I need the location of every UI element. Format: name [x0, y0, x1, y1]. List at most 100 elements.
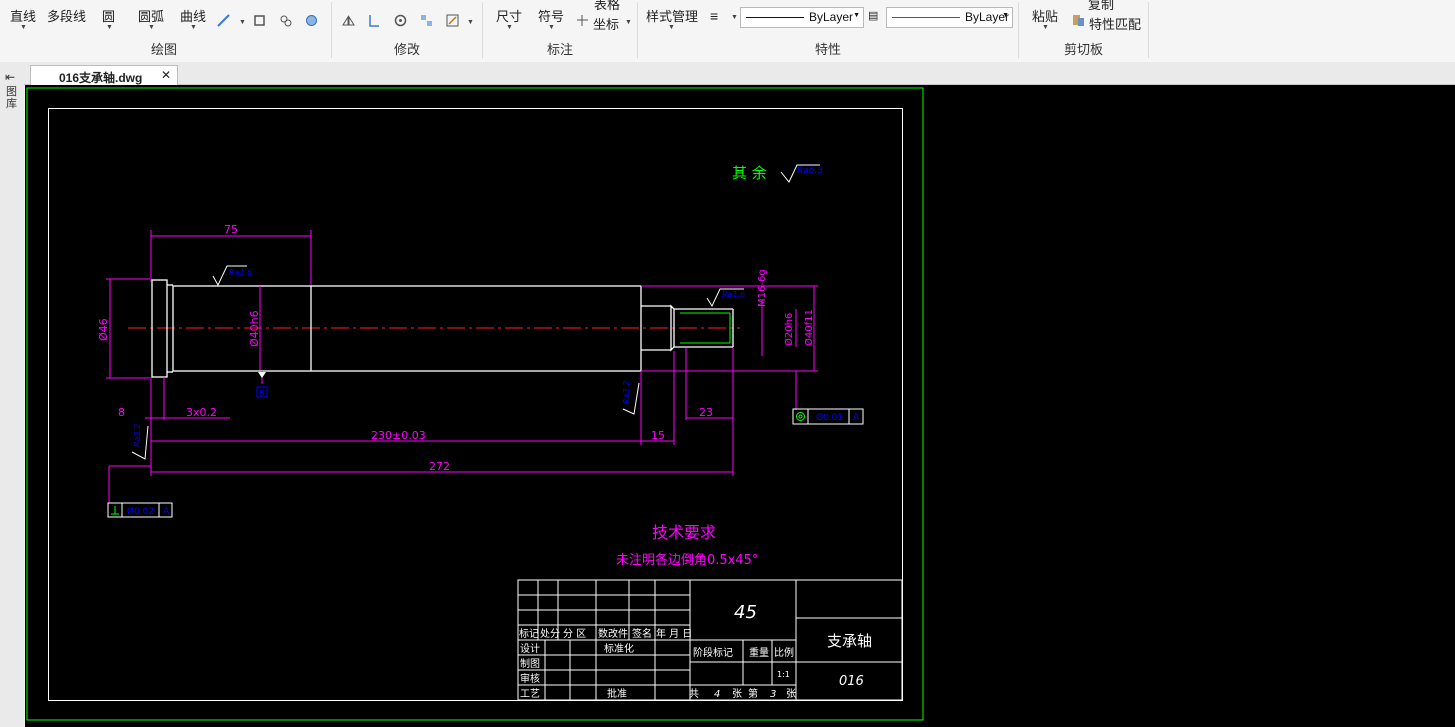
- paper-frame: [26, 87, 924, 721]
- roughness-main-value: Ra6.3: [797, 166, 823, 176]
- stretch-tool-icon[interactable]: [368, 14, 381, 27]
- modify-group-label: 修改: [394, 42, 421, 57]
- coaxiality-icon-inner: [798, 414, 803, 419]
- side-panel-toggle-icon[interactable]: ⇤: [5, 70, 15, 84]
- document-tab-bar: [0, 62, 1455, 85]
- datum-triangle: [258, 372, 266, 378]
- datum-label: B: [259, 389, 265, 398]
- properties-group-label: 特性: [815, 42, 842, 57]
- line-tool-icon[interactable]: [217, 14, 230, 27]
- tb-sheets-total-n: 4: [714, 689, 720, 700]
- curve-dropdown-icon[interactable]: ▼: [190, 24, 197, 31]
- arc-button[interactable]: 圆弧: [138, 6, 164, 25]
- title-block-text: 标记 处分 分 区 数改件 签名 年 月 日 设计 标准化 制图 审核 工艺 批…: [519, 627, 796, 700]
- dimension-button[interactable]: 尺寸: [496, 6, 522, 25]
- line-dropdown-icon[interactable]: ▼: [20, 24, 27, 31]
- dim-thread-m16: M16-6g: [757, 269, 768, 307]
- dim-diameter-40h6: Ø40h6: [248, 310, 261, 347]
- dim-diameter-46: Ø46: [97, 318, 110, 341]
- coordinate-icon[interactable]: [576, 14, 589, 27]
- symbol-button[interactable]: 符号: [538, 6, 564, 25]
- array-tool-icon[interactable]: [420, 14, 433, 27]
- tb-sheet-word-2: 张: [786, 688, 796, 700]
- mirror-tool-icon[interactable]: [342, 14, 355, 27]
- dim-23: 23: [699, 406, 713, 419]
- line-tool-dropdown-icon[interactable]: ▼: [239, 19, 246, 26]
- paste-button[interactable]: 粘贴: [1032, 6, 1058, 25]
- coaxiality-datum: A: [853, 413, 860, 423]
- linetype-select[interactable]: ByLayer ▼: [740, 7, 864, 28]
- roughness-value-a: Ra1.6: [229, 268, 252, 277]
- document-tab[interactable]: 016支承轴.dwg ✕: [30, 65, 178, 85]
- color-select[interactable]: ByLayer ▼: [886, 7, 1013, 28]
- tb-col-section: 处分: [540, 628, 560, 640]
- lineweight-pattern-icon[interactable]: ▤: [868, 9, 878, 22]
- linetype-value: ByLayer: [809, 10, 854, 24]
- lineweight-icon[interactable]: ≡: [710, 8, 718, 24]
- tb-col-date: 年 月 日: [656, 627, 692, 640]
- polyline-button[interactable]: 多段线: [47, 6, 86, 25]
- tb-col-sign: 签名: [632, 627, 652, 640]
- tb-draft: 制图: [520, 657, 540, 670]
- group-divider: [331, 2, 332, 58]
- style-manager-button[interactable]: 样式管理: [646, 6, 698, 25]
- region-tool-icon[interactable]: [305, 14, 318, 27]
- match-properties-button[interactable]: 特性匹配: [1089, 14, 1141, 33]
- tb-scale: 比例: [774, 646, 794, 659]
- rotate-tool-icon[interactable]: [394, 14, 407, 27]
- hatch-tool-icon[interactable]: [279, 14, 292, 27]
- coaxiality-icon: [796, 412, 805, 421]
- tb-col-zone: 分 区: [563, 628, 586, 640]
- dim-8: 8: [118, 406, 125, 419]
- properties-tool-icon[interactable]: [446, 14, 459, 27]
- style-manager-dropdown-icon[interactable]: ▼: [668, 24, 675, 31]
- side-panel-strip: ⇤ 图库: [0, 62, 24, 727]
- roughness-value-d: Ra3.2: [133, 424, 142, 447]
- coordinate-dropdown-icon[interactable]: ▼: [625, 19, 632, 26]
- close-icon[interactable]: ✕: [161, 68, 171, 82]
- coaxiality-value: Ø0.01: [816, 412, 843, 423]
- coordinate-button[interactable]: 坐标: [593, 14, 619, 33]
- drawing-svg: 其 余 Ra6.3 75 Ø46 Ø40h6 M16-6g Ø20h6 Ø40f…: [26, 87, 924, 721]
- dim-75: 75: [224, 223, 238, 236]
- lineweight-dropdown-icon[interactable]: ▼: [731, 14, 738, 21]
- match-properties-icon[interactable]: [1072, 14, 1085, 27]
- tb-design: 设计: [520, 642, 540, 655]
- dimension-dropdown-icon[interactable]: ▼: [506, 24, 513, 31]
- copy-button[interactable]: 复制: [1088, 0, 1114, 13]
- library-panel-tab[interactable]: 图库: [6, 86, 18, 110]
- symbol-dropdown-icon[interactable]: ▼: [548, 24, 555, 31]
- modify-more-dropdown-icon[interactable]: ▼: [467, 19, 474, 26]
- roughness-value-c: Ra3.2: [622, 381, 631, 404]
- roughness-note-label: 其 余: [732, 164, 767, 182]
- color-sample: [892, 17, 960, 18]
- perpendicularity-icon: [111, 506, 119, 515]
- line-button[interactable]: 直线: [10, 6, 36, 25]
- circle-button[interactable]: 圆: [102, 6, 115, 25]
- tb-weight: 重量: [749, 646, 769, 659]
- circle-dropdown-icon[interactable]: ▼: [106, 24, 113, 31]
- annotate-group-label: 标注: [547, 42, 574, 57]
- drawing-canvas[interactable]: 其 余 Ra6.3 75 Ø46 Ø40h6 M16-6g Ø20h6 Ø40f…: [25, 85, 1455, 727]
- tb-standardize: 标准化: [604, 642, 634, 655]
- dim-15: 15: [651, 429, 665, 442]
- tech-requirements-note: 未注明各边倒角0.5x45°: [616, 552, 758, 568]
- table-button[interactable]: 表格: [594, 0, 620, 13]
- dim-272: 272: [429, 460, 450, 473]
- tb-material: 45: [734, 602, 757, 623]
- curve-button[interactable]: 曲线: [180, 6, 206, 25]
- tb-sheet-no: 3: [770, 689, 776, 700]
- arc-dropdown-icon[interactable]: ▼: [148, 24, 155, 31]
- rectangle-tool-icon[interactable]: [253, 14, 266, 27]
- draw-group-label: 绘图: [151, 42, 178, 57]
- perpendicularity-datum: A: [163, 507, 170, 517]
- tb-scale-value: 1:1: [777, 670, 790, 679]
- clipboard-group-label: 剪切板: [1064, 42, 1104, 57]
- paste-dropdown-icon[interactable]: ▼: [1042, 24, 1049, 31]
- tb-review: 审核: [520, 672, 540, 685]
- chevron-down-icon: ▼: [853, 12, 860, 19]
- perpendicularity-value: Ø0.02: [127, 506, 154, 517]
- tb-col-change: 数改件: [598, 627, 628, 640]
- dim-diameter-20h6: Ø20h6: [783, 313, 795, 346]
- group-divider: [1018, 2, 1019, 58]
